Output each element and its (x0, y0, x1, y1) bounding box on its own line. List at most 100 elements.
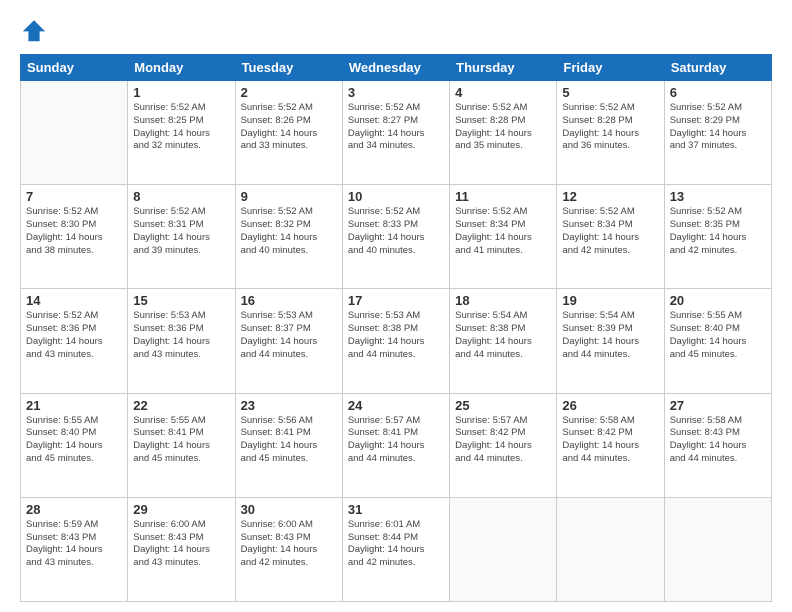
day-number: 22 (133, 398, 229, 413)
day-info: Sunrise: 5:59 AM Sunset: 8:43 PM Dayligh… (26, 519, 122, 570)
day-info: Sunrise: 5:52 AM Sunset: 8:35 PM Dayligh… (670, 206, 766, 257)
day-cell: 8 Sunrise: 5:52 AM Sunset: 8:31 PM Daylig… (128, 185, 235, 289)
day-info: Sunrise: 6:00 AM Sunset: 8:43 PM Dayligh… (133, 519, 229, 570)
day-info: Sunrise: 5:58 AM Sunset: 8:42 PM Dayligh… (562, 415, 658, 466)
header-cell-saturday: Saturday (664, 55, 771, 81)
day-cell: 22 Sunrise: 5:55 AM Sunset: 8:41 PM Dayli… (128, 393, 235, 497)
day-cell: 30Sunrise: 6:00 AM Sunset: 8:43 PM Dayli… (235, 497, 342, 601)
day-number: 21 (26, 398, 122, 413)
calendar-body: 1Sunrise: 5:52 AM Sunset: 8:25 PM Daylig… (21, 81, 772, 602)
day-cell: 4Sunrise: 5:52 AM Sunset: 8:28 PM Daylig… (450, 81, 557, 185)
day-number: 10 (348, 189, 444, 204)
day-info: Sunrise: 6:00 AM Sunset: 8:43 PM Dayligh… (241, 519, 337, 570)
day-cell: 5 Sunrise: 5:52 AM Sunset: 8:28 PM Daylig… (557, 81, 664, 185)
day-info: Sunrise: 5:55 AM Sunset: 8:40 PM Dayligh… (26, 415, 122, 466)
day-cell: 9Sunrise: 5:52 AM Sunset: 8:32 PM Daylig… (235, 185, 342, 289)
day-info: Sunrise: 5:55 AM Sunset: 8:41 PM Dayligh… (133, 415, 229, 466)
day-cell: 21 Sunrise: 5:55 AM Sunset: 8:40 PM Dayli… (21, 393, 128, 497)
week-row-0: 1Sunrise: 5:52 AM Sunset: 8:25 PM Daylig… (21, 81, 772, 185)
day-info: Sunrise: 5:52 AM Sunset: 8:29 PM Dayligh… (670, 102, 766, 153)
day-info: Sunrise: 5:52 AM Sunset: 8:28 PM Dayligh… (562, 102, 658, 153)
day-cell: 28 Sunrise: 5:59 AM Sunset: 8:43 PM Dayli… (21, 497, 128, 601)
day-cell (21, 81, 128, 185)
day-cell: 17 Sunrise: 5:53 AM Sunset: 8:38 PM Dayli… (342, 289, 449, 393)
day-cell: 13 Sunrise: 5:52 AM Sunset: 8:35 PM Dayli… (664, 185, 771, 289)
week-row-3: 21 Sunrise: 5:55 AM Sunset: 8:40 PM Dayli… (21, 393, 772, 497)
day-cell (557, 497, 664, 601)
day-number: 20 (670, 293, 766, 308)
day-info: Sunrise: 5:58 AM Sunset: 8:43 PM Dayligh… (670, 415, 766, 466)
week-row-4: 28 Sunrise: 5:59 AM Sunset: 8:43 PM Dayli… (21, 497, 772, 601)
day-cell: 1Sunrise: 5:52 AM Sunset: 8:25 PM Daylig… (128, 81, 235, 185)
day-info: Sunrise: 5:52 AM Sunset: 8:27 PM Dayligh… (348, 102, 444, 153)
day-number: 3 (348, 85, 444, 100)
day-number: 11 (455, 189, 551, 204)
header (20, 16, 772, 44)
header-cell-sunday: Sunday (21, 55, 128, 81)
day-number: 29 (133, 502, 229, 517)
day-number: 18 (455, 293, 551, 308)
page: SundayMondayTuesdayWednesdayThursdayFrid… (0, 0, 792, 612)
day-info: Sunrise: 5:57 AM Sunset: 8:42 PM Dayligh… (455, 415, 551, 466)
calendar-table: SundayMondayTuesdayWednesdayThursdayFrid… (20, 54, 772, 602)
day-number: 19 (562, 293, 658, 308)
logo (20, 16, 52, 44)
day-cell: 2Sunrise: 5:52 AM Sunset: 8:26 PM Daylig… (235, 81, 342, 185)
day-cell: 16Sunrise: 5:53 AM Sunset: 8:37 PM Dayli… (235, 289, 342, 393)
day-cell: 15Sunrise: 5:53 AM Sunset: 8:36 PM Dayli… (128, 289, 235, 393)
day-number: 14 (26, 293, 122, 308)
day-number: 23 (241, 398, 337, 413)
day-number: 31 (348, 502, 444, 517)
day-cell: 23 Sunrise: 5:56 AM Sunset: 8:41 PM Dayli… (235, 393, 342, 497)
day-number: 24 (348, 398, 444, 413)
logo-icon (20, 16, 48, 44)
day-cell: 26Sunrise: 5:58 AM Sunset: 8:42 PM Dayli… (557, 393, 664, 497)
day-info: Sunrise: 6:01 AM Sunset: 8:44 PM Dayligh… (348, 519, 444, 570)
day-cell: 14Sunrise: 5:52 AM Sunset: 8:36 PM Dayli… (21, 289, 128, 393)
day-cell: 20Sunrise: 5:55 AM Sunset: 8:40 PM Dayli… (664, 289, 771, 393)
header-cell-wednesday: Wednesday (342, 55, 449, 81)
day-info: Sunrise: 5:52 AM Sunset: 8:30 PM Dayligh… (26, 206, 122, 257)
day-cell: 11 Sunrise: 5:52 AM Sunset: 8:34 PM Dayli… (450, 185, 557, 289)
day-cell: 29 Sunrise: 6:00 AM Sunset: 8:43 PM Dayli… (128, 497, 235, 601)
day-cell: 25 Sunrise: 5:57 AM Sunset: 8:42 PM Dayli… (450, 393, 557, 497)
day-info: Sunrise: 5:57 AM Sunset: 8:41 PM Dayligh… (348, 415, 444, 466)
header-cell-monday: Monday (128, 55, 235, 81)
day-info: Sunrise: 5:54 AM Sunset: 8:38 PM Dayligh… (455, 310, 551, 361)
day-info: Sunrise: 5:54 AM Sunset: 8:39 PM Dayligh… (562, 310, 658, 361)
day-number: 8 (133, 189, 229, 204)
day-info: Sunrise: 5:52 AM Sunset: 8:25 PM Dayligh… (133, 102, 229, 153)
day-number: 17 (348, 293, 444, 308)
header-cell-thursday: Thursday (450, 55, 557, 81)
day-cell: 18 Sunrise: 5:54 AM Sunset: 8:38 PM Dayli… (450, 289, 557, 393)
day-number: 6 (670, 85, 766, 100)
day-info: Sunrise: 5:52 AM Sunset: 8:34 PM Dayligh… (455, 206, 551, 257)
day-info: Sunrise: 5:52 AM Sunset: 8:31 PM Dayligh… (133, 206, 229, 257)
header-cell-friday: Friday (557, 55, 664, 81)
header-cell-tuesday: Tuesday (235, 55, 342, 81)
day-info: Sunrise: 5:53 AM Sunset: 8:37 PM Dayligh… (241, 310, 337, 361)
day-cell: 6 Sunrise: 5:52 AM Sunset: 8:29 PM Daylig… (664, 81, 771, 185)
day-info: Sunrise: 5:53 AM Sunset: 8:36 PM Dayligh… (133, 310, 229, 361)
day-number: 5 (562, 85, 658, 100)
day-info: Sunrise: 5:56 AM Sunset: 8:41 PM Dayligh… (241, 415, 337, 466)
day-number: 25 (455, 398, 551, 413)
day-number: 13 (670, 189, 766, 204)
day-cell: 31 Sunrise: 6:01 AM Sunset: 8:44 PM Dayli… (342, 497, 449, 601)
day-cell (664, 497, 771, 601)
day-number: 28 (26, 502, 122, 517)
day-info: Sunrise: 5:52 AM Sunset: 8:26 PM Dayligh… (241, 102, 337, 153)
day-cell: 7 Sunrise: 5:52 AM Sunset: 8:30 PM Daylig… (21, 185, 128, 289)
day-info: Sunrise: 5:53 AM Sunset: 8:38 PM Dayligh… (348, 310, 444, 361)
day-info: Sunrise: 5:52 AM Sunset: 8:32 PM Dayligh… (241, 206, 337, 257)
week-row-1: 7 Sunrise: 5:52 AM Sunset: 8:30 PM Daylig… (21, 185, 772, 289)
day-cell (450, 497, 557, 601)
header-row: SundayMondayTuesdayWednesdayThursdayFrid… (21, 55, 772, 81)
day-info: Sunrise: 5:52 AM Sunset: 8:33 PM Dayligh… (348, 206, 444, 257)
day-number: 7 (26, 189, 122, 204)
day-cell: 3 Sunrise: 5:52 AM Sunset: 8:27 PM Daylig… (342, 81, 449, 185)
day-number: 4 (455, 85, 551, 100)
day-number: 27 (670, 398, 766, 413)
day-cell: 24 Sunrise: 5:57 AM Sunset: 8:41 PM Dayli… (342, 393, 449, 497)
day-cell: 12Sunrise: 5:52 AM Sunset: 8:34 PM Dayli… (557, 185, 664, 289)
